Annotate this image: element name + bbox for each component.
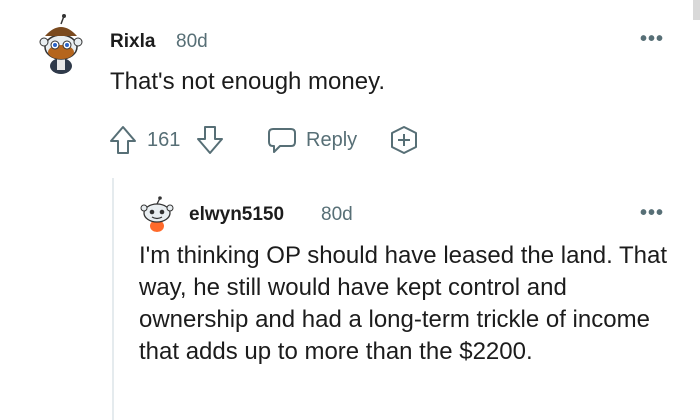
scrollbar-thumb[interactable] <box>693 0 700 20</box>
comment-text: That's not enough money. <box>110 68 385 95</box>
reply-timestamp: 80d <box>321 204 353 225</box>
reply-label: Reply <box>306 128 358 151</box>
thread-line[interactable] <box>112 178 114 420</box>
arrow-down-icon <box>197 126 223 154</box>
reply-text: I'm thinking OP should have leased the l… <box>139 242 668 365</box>
vote-count: 161 <box>147 129 181 151</box>
more-horizontal-icon[interactable]: ••• <box>640 29 664 49</box>
more-horizontal-icon[interactable]: ••• <box>640 203 664 223</box>
reply-user-avatar[interactable] <box>139 196 175 232</box>
speech-bubble-icon <box>268 128 296 153</box>
arrow-up-icon <box>110 126 136 154</box>
award-button[interactable] <box>387 124 421 156</box>
add-award-icon <box>391 126 417 154</box>
upvote-button[interactable] <box>108 124 138 156</box>
comment-username[interactable]: Rixla <box>110 31 155 53</box>
reply-username[interactable]: elwyn5150 <box>189 204 284 226</box>
snoo-avatar-icon <box>140 196 174 232</box>
snoo-avatar-icon <box>39 14 83 74</box>
reply-button[interactable]: Reply <box>266 124 357 156</box>
downvote-button[interactable] <box>195 124 225 156</box>
user-avatar[interactable] <box>38 14 84 74</box>
comment-timestamp: 80d <box>176 31 208 52</box>
